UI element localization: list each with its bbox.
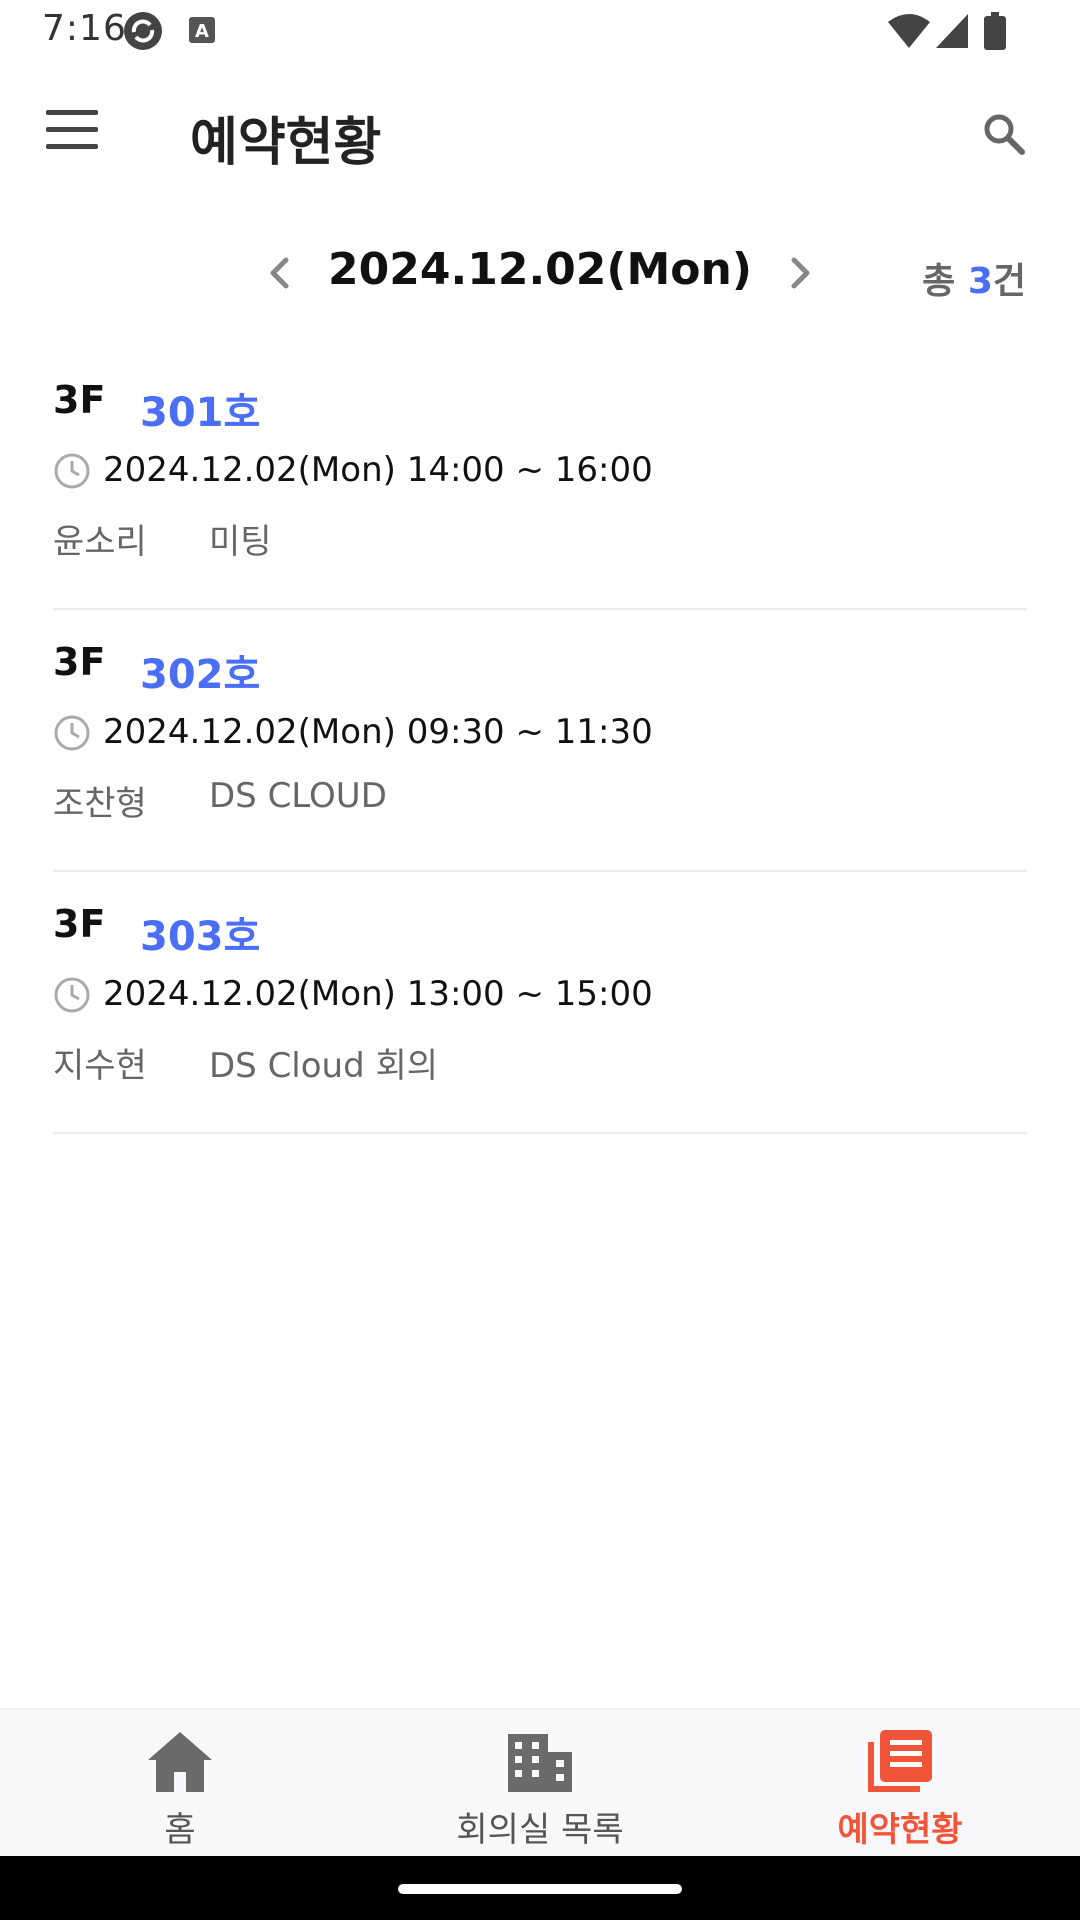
reservation-item[interactable]: 3F 303호 2024.12.02(Mon) 13:00 ~ 15:00 지수… bbox=[53, 872, 1027, 1134]
tab-home-label: 홈 bbox=[164, 1810, 196, 1850]
menu-icon[interactable] bbox=[46, 110, 98, 150]
tab-home[interactable]: 홈 bbox=[0, 1710, 360, 1858]
search-icon[interactable] bbox=[982, 112, 1026, 156]
page-title: 예약현황 bbox=[190, 113, 382, 173]
total-number: 3 bbox=[967, 261, 993, 302]
keyboard-a-icon: A bbox=[188, 16, 216, 48]
status-time: 7:16 bbox=[42, 8, 127, 49]
reservation-list-icon bbox=[866, 1730, 934, 1794]
reservation-purpose: DS Cloud 회의 bbox=[209, 1046, 439, 1086]
total-count: 총 3건 bbox=[922, 252, 1026, 304]
reservation-time: 2024.12.02(Mon) 13:00 ~ 15:00 bbox=[103, 974, 653, 1014]
reservation-room: 302호 bbox=[140, 652, 261, 698]
reservation-item[interactable]: 3F 301호 2024.12.02(Mon) 14:00 ~ 16:00 윤소… bbox=[53, 348, 1027, 610]
clock-icon bbox=[53, 976, 91, 1014]
reservation-time: 2024.12.02(Mon) 09:30 ~ 11:30 bbox=[103, 712, 653, 752]
home-icon bbox=[146, 1730, 214, 1794]
building-icon bbox=[506, 1730, 574, 1794]
tab-room-list[interactable]: 회의실 목록 bbox=[360, 1710, 720, 1858]
app-bar: 예약현황 bbox=[0, 64, 1080, 204]
reservation-person: 조찬형 bbox=[53, 784, 147, 824]
clock-icon bbox=[53, 452, 91, 490]
total-suffix: 건 bbox=[992, 261, 1026, 302]
reservation-list: 3F 301호 2024.12.02(Mon) 14:00 ~ 16:00 윤소… bbox=[53, 348, 1027, 1134]
reservation-purpose: DS CLOUD bbox=[209, 776, 387, 816]
reservation-room: 303호 bbox=[140, 914, 261, 960]
screen: 7:16 A 예약현황 2024.12.02(Mon) 총 3건 3F 301호… bbox=[0, 0, 1080, 1920]
date-navigator: 2024.12.02(Mon) 총 3건 bbox=[0, 230, 1080, 320]
reservation-person: 지수현 bbox=[53, 1046, 147, 1086]
clock-icon bbox=[53, 714, 91, 752]
next-date-chevron-right-icon[interactable] bbox=[775, 248, 825, 298]
battery-icon bbox=[984, 12, 1006, 54]
reservation-purpose: 미팅 bbox=[209, 522, 272, 562]
tab-room-list-label: 회의실 목록 bbox=[456, 1810, 624, 1850]
reservation-floor: 3F bbox=[53, 378, 106, 422]
svg-text:A: A bbox=[195, 21, 209, 42]
tab-reservation-status[interactable]: 예약현황 bbox=[720, 1710, 1080, 1858]
current-date: 2024.12.02(Mon) bbox=[328, 244, 752, 295]
bottom-navigation: 홈 회의실 목록 예약현황 bbox=[0, 1708, 1080, 1856]
home-indicator[interactable] bbox=[398, 1884, 682, 1894]
system-navigation-bar bbox=[0, 1856, 1080, 1920]
reservation-floor: 3F bbox=[53, 902, 106, 946]
reservation-item[interactable]: 3F 302호 2024.12.02(Mon) 09:30 ~ 11:30 조찬… bbox=[53, 610, 1027, 872]
sync-icon bbox=[122, 10, 164, 56]
signal-icon bbox=[936, 14, 968, 52]
wifi-icon bbox=[888, 14, 930, 52]
status-bar: 7:16 A bbox=[0, 0, 1080, 64]
reservation-room: 301호 bbox=[140, 390, 261, 436]
total-prefix: 총 bbox=[922, 261, 956, 302]
tab-reservation-status-label: 예약현황 bbox=[837, 1810, 963, 1850]
reservation-person: 윤소리 bbox=[53, 522, 147, 562]
reservation-time: 2024.12.02(Mon) 14:00 ~ 16:00 bbox=[103, 450, 653, 490]
reservation-floor: 3F bbox=[53, 640, 106, 684]
